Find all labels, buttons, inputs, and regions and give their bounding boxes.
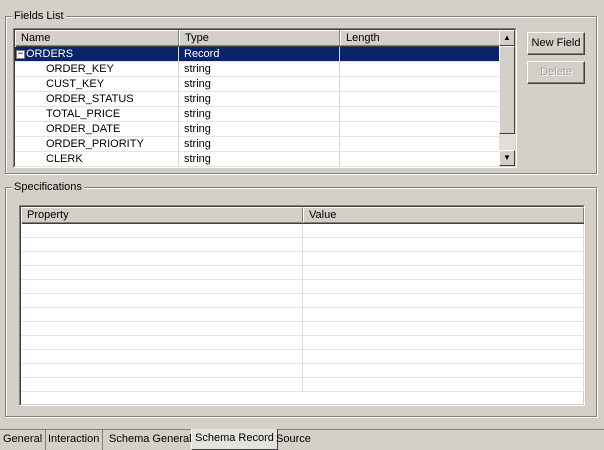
table-row[interactable]: TOTAL_PRICE string [15,107,501,122]
field-name: CUST_KEY [15,77,179,92]
table-row[interactable]: ORDER_STATUS string [15,92,501,107]
value-cell [303,238,584,252]
value-cell [303,336,584,350]
tab-source[interactable]: Source [273,430,314,450]
value-cell [303,266,584,280]
field-type: string [179,107,340,122]
field-type: string [179,62,340,77]
editor-tab-bar: General Interaction Schema General Schem… [0,429,604,450]
value-cell [303,224,584,238]
fields-table[interactable]: Name Type Length − ORDERS Record ORDER_KE… [13,28,517,168]
column-header-length[interactable]: Length [340,30,501,46]
table-row[interactable]: − ORDERS Record [15,47,501,62]
collapse-icon[interactable]: − [16,49,25,59]
table-row[interactable] [21,350,584,365]
property-cell [21,364,303,378]
value-cell [303,280,584,294]
field-name: TOTAL_PRICE [15,107,179,122]
tab-schema-record[interactable]: Schema Record [191,429,278,450]
value-cell [303,364,584,378]
table-row[interactable]: ORDER_KEY string [15,62,501,77]
tab-general[interactable]: General [0,430,47,450]
fields-list-group: Fields List Name Type Length − ORDERS Rec… [5,9,597,174]
specifications-group: Specifications Property Value [5,180,597,417]
property-cell [21,322,303,336]
column-header-name[interactable]: Name [15,30,179,46]
field-name: ORDERS [26,48,74,60]
field-type: string [179,137,340,152]
field-name: ORDER_KEY [15,62,179,77]
table-row[interactable] [21,266,584,281]
tab-interaction[interactable]: Interaction [45,430,104,450]
table-row[interactable]: CLERK string [15,152,501,167]
field-name: ORDER_STATUS [15,92,179,107]
table-row[interactable]: ORDER_DATE string [15,122,501,137]
property-cell [21,238,303,252]
field-length [340,77,501,92]
table-row[interactable] [21,252,584,267]
value-cell [303,294,584,308]
property-cell [21,224,303,238]
field-type: Record [179,47,340,62]
delete-button[interactable]: Delete [527,61,585,84]
scroll-down-icon[interactable]: ▼ [499,150,515,166]
field-length [340,92,501,107]
field-length [340,152,501,167]
field-type: string [179,122,340,137]
column-header-value[interactable]: Value [303,207,584,223]
field-type: string [179,92,340,107]
property-cell [21,336,303,350]
value-cell [303,378,584,392]
column-header-type[interactable]: Type [179,30,340,46]
table-row[interactable]: CUST_KEY string [15,77,501,92]
property-cell [21,266,303,280]
scroll-up-icon[interactable]: ▲ [499,30,515,46]
field-name: ORDER_PRIORITY [15,137,179,152]
property-cell [21,280,303,294]
specifications-table[interactable]: Property Value [19,205,585,406]
table-row[interactable] [21,238,584,253]
table-row[interactable] [21,280,584,295]
field-length [340,107,501,122]
new-field-button[interactable]: New Field [527,32,585,55]
fields-list-title: Fields List [12,9,66,23]
table-row[interactable] [21,322,584,337]
value-cell [303,350,584,364]
value-cell [303,308,584,322]
fields-vertical-scrollbar[interactable]: ▲ ▼ [499,30,515,166]
specifications-title: Specifications [12,180,84,194]
table-row[interactable] [21,378,584,393]
field-type: string [179,152,340,167]
property-cell [21,350,303,364]
property-cell [21,308,303,322]
field-length [340,47,501,62]
tab-schema-general[interactable]: Schema General [106,430,196,450]
scroll-track[interactable] [499,134,515,150]
property-cell [21,252,303,266]
table-row[interactable] [21,224,584,239]
field-length [340,122,501,137]
table-row[interactable]: ORDER_PRIORITY string [15,137,501,152]
table-row[interactable] [21,308,584,323]
column-header-property[interactable]: Property [21,207,303,223]
value-cell [303,322,584,336]
field-type: string [179,77,340,92]
scroll-thumb[interactable] [499,46,515,134]
field-name: ORDER_DATE [15,122,179,137]
property-cell [21,378,303,392]
table-row[interactable] [21,364,584,379]
field-length [340,62,501,77]
table-row[interactable] [21,294,584,309]
field-name: CLERK [15,152,179,167]
table-row[interactable] [21,336,584,351]
field-length [340,137,501,152]
value-cell [303,252,584,266]
property-cell [21,294,303,308]
